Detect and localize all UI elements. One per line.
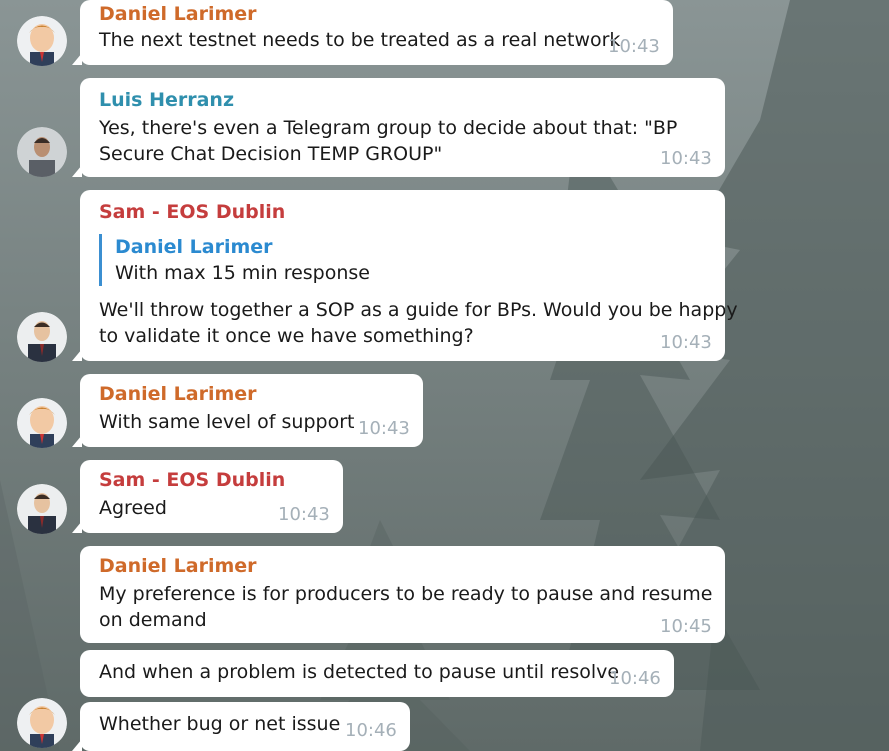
message-text: The next testnet needs to be treated as … [99, 29, 621, 51]
sender-name[interactable]: Sam - EOS Dublin [99, 201, 285, 223]
reply-quote-name: Daniel Larimer [115, 236, 273, 258]
message-text-line-1: Yes, there's even a Telegram group to de… [99, 117, 678, 139]
message-bubble-2[interactable]: Luis Herranz Yes, there's even a Telegra… [72, 78, 725, 177]
reply-quote[interactable]: Daniel Larimer With max 15 min response [99, 234, 370, 286]
sender-name[interactable]: Sam - EOS Dublin [99, 469, 285, 491]
sender-name[interactable]: Daniel Larimer [99, 383, 257, 405]
message-text: Agreed [99, 497, 167, 519]
message-text-line-2: Secure Chat Decision TEMP GROUP" [99, 143, 443, 165]
message-timestamp: 10:43 [278, 504, 330, 525]
message-bubble-1[interactable]: Daniel Larimer The next testnet needs to… [72, 0, 673, 65]
sender-name[interactable]: Daniel Larimer [99, 555, 257, 577]
avatar-daniel-larimer[interactable] [17, 698, 67, 748]
sender-name[interactable]: Luis Herranz [99, 89, 234, 111]
message-bubble-4[interactable]: Daniel Larimer With same level of suppor… [72, 374, 423, 447]
message-timestamp: 10:43 [660, 332, 712, 353]
message-timestamp: 10:43 [358, 418, 410, 439]
reply-quote-text: With max 15 min response [115, 262, 370, 284]
message-timestamp: 10:43 [660, 148, 712, 169]
avatar-daniel-larimer[interactable] [17, 16, 67, 66]
avatar-sam-eos-dublin[interactable] [17, 484, 67, 534]
avatar-sam-eos-dublin[interactable] [17, 312, 67, 362]
message-text: And when a problem is detected to pause … [99, 661, 620, 683]
message-bubble-7[interactable]: And when a problem is detected to pause … [80, 650, 674, 697]
message-text: With same level of support [99, 411, 355, 433]
message-text-line-2: to validate it once we have something? [99, 325, 474, 347]
message-text-line-1: My preference is for producers to be rea… [99, 583, 713, 605]
message-text-line-2: on demand [99, 609, 207, 631]
avatar-daniel-larimer[interactable] [17, 398, 67, 448]
message-bubble-5[interactable]: Sam - EOS Dublin Agreed 10:43 [72, 460, 343, 533]
message-text: Whether bug or net issue [99, 713, 341, 735]
message-timestamp: 10:46 [345, 720, 397, 741]
message-timestamp: 10:46 [609, 668, 661, 689]
message-list[interactable]: Daniel Larimer The next testnet needs to… [0, 0, 889, 751]
message-timestamp: 10:43 [608, 36, 660, 57]
avatar-luis-herranz[interactable] [17, 127, 67, 177]
message-timestamp: 10:45 [660, 616, 712, 637]
sender-name[interactable]: Daniel Larimer [99, 3, 257, 25]
message-bubble-6[interactable]: Daniel Larimer My preference is for prod… [80, 546, 725, 643]
message-bubble-3[interactable]: Sam - EOS Dublin Daniel Larimer With max… [72, 190, 738, 361]
message-bubble-8[interactable]: Whether bug or net issue 10:46 [72, 702, 410, 751]
message-text-line-1: We'll throw together a SOP as a guide fo… [99, 299, 738, 321]
